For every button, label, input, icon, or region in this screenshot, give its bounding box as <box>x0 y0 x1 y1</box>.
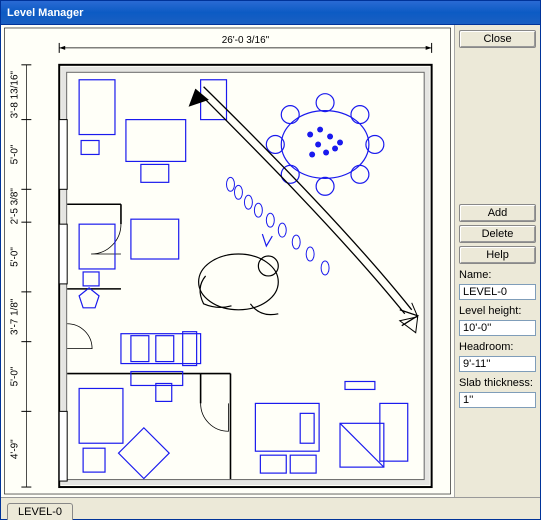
help-button[interactable]: Help <box>459 246 536 264</box>
label-slab-thickness: Slab thickness: <box>459 377 536 389</box>
svg-text:5'-0": 5'-0" <box>9 144 20 164</box>
svg-text:3'-7 1/8": 3'-7 1/8" <box>9 298 20 335</box>
floorplan-canvas[interactable]: 26'-0 3/16" 3'-8 13/16" 5'-0" 2'-5 3/8" <box>1 25 455 497</box>
tab-level-0[interactable]: LEVEL-0 <box>7 503 73 520</box>
label-headroom: Headroom: <box>459 341 536 353</box>
level-height-field[interactable] <box>459 320 536 336</box>
svg-text:2'-5 3/8": 2'-5 3/8" <box>9 188 20 225</box>
tab-strip: LEVEL-0 <box>1 497 540 519</box>
label-name: Name: <box>459 269 536 281</box>
delete-button[interactable]: Delete <box>459 225 536 243</box>
dimension-top: 26'-0 3/16" <box>59 35 431 53</box>
label-level-height: Level height: <box>459 305 536 317</box>
close-button[interactable]: Close <box>459 30 536 48</box>
floorplan-svg: 26'-0 3/16" 3'-8 13/16" 5'-0" 2'-5 3/8" <box>1 25 454 497</box>
svg-text:5'-0": 5'-0" <box>9 247 20 267</box>
add-button[interactable]: Add <box>459 204 536 222</box>
dimension-left: 3'-8 13/16" 5'-0" 2'-5 3/8" 5'-0" 3'-7 1… <box>9 65 31 487</box>
window-title: Level Manager <box>7 7 83 19</box>
titlebar[interactable]: Level Manager <box>1 1 540 25</box>
svg-text:3'-8 13/16": 3'-8 13/16" <box>9 71 20 119</box>
slab-thickness-field[interactable] <box>459 392 536 408</box>
svg-text:4'-9": 4'-9" <box>9 439 20 459</box>
side-panel: Close Add Delete Help Name: Level height… <box>455 25 540 497</box>
svg-text:5'-0": 5'-0" <box>9 366 20 386</box>
name-field[interactable] <box>459 284 536 300</box>
headroom-field[interactable] <box>459 356 536 372</box>
content-area: 26'-0 3/16" 3'-8 13/16" 5'-0" 2'-5 3/8" <box>1 25 540 497</box>
svg-text:26'-0 3/16": 26'-0 3/16" <box>222 35 270 46</box>
level-manager-window: Level Manager 26'-0 3/16" <box>0 0 541 520</box>
